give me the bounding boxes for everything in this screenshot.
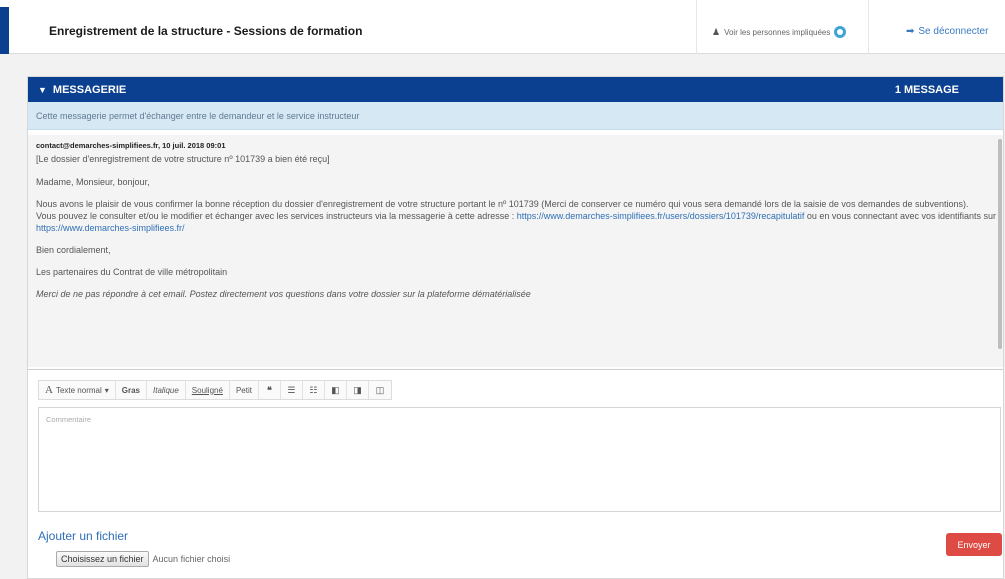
message-body-1: Nous avons le plaisir de vous confirmer … — [36, 199, 969, 209]
header-divider — [696, 0, 697, 54]
small-button[interactable]: Petit — [230, 381, 259, 399]
comment-placeholder: Commentaire — [46, 415, 92, 424]
message-body-2-text: Vous pouvez le consulter et/ou le modifi… — [36, 211, 517, 221]
bold-button[interactable]: Gras — [116, 381, 147, 399]
messagerie-notice: Cette messagerie permet d'échanger entre… — [28, 102, 1003, 130]
message-closing: Bien cordialement, — [36, 245, 111, 255]
attach-file-title: Ajouter un fichier — [38, 529, 129, 543]
message-sender: contact@demarches-simplifiees.fr, 10 jui… — [36, 141, 226, 150]
logout-link[interactable]: ➡ Se déconnecter — [906, 26, 988, 37]
comment-editor[interactable]: Commentaire — [38, 407, 1001, 512]
send-button[interactable]: Envoyer — [946, 533, 1002, 556]
divider — [28, 369, 1003, 370]
info-icon — [834, 26, 847, 38]
format-dropdown-label: Texte normal — [55, 385, 102, 395]
italic-button[interactable]: Italique — [147, 381, 186, 399]
page-title: Enregistrement de la structure - Session… — [49, 24, 363, 38]
header-divider — [868, 0, 869, 54]
dossier-link[interactable]: https://www.demarches-simplifiees.fr/use… — [517, 211, 805, 221]
chevron-down-icon: ▾ — [104, 385, 109, 395]
top-header: Enregistrement de la structure - Session… — [0, 0, 1005, 54]
attachment-icon[interactable]: ◫ — [369, 381, 391, 399]
underline-button[interactable]: Souligné — [186, 381, 230, 399]
messagerie-header[interactable]: ▼ MESSAGERIE 1 MESSAGE — [28, 77, 1003, 102]
logout-icon: ➡ — [906, 26, 915, 37]
numbered-list-icon[interactable]: ☷ — [303, 381, 325, 399]
people-link-label: Voir les personnes impliquées — [724, 27, 831, 37]
site-link[interactable]: https://www.demarches-simplifiees.fr/ — [36, 223, 185, 233]
messagerie-panel: ▼ MESSAGERIE 1 MESSAGE Cette messagerie … — [27, 76, 1004, 579]
message-signature: Les partenaires du Contrat de ville métr… — [36, 267, 228, 277]
message-item: contact@demarches-simplifiees.fr, 10 jui… — [28, 135, 1003, 367]
bullet-list-icon[interactable]: ☰ — [281, 381, 303, 399]
message-greeting: Madame, Monsieur, bonjour, — [36, 177, 150, 187]
people-link[interactable]: ♟ Voir les personnes impliquées — [712, 26, 847, 38]
logout-label: Se déconnecter — [918, 26, 989, 37]
message-footer-note: Merci de ne pas répondre à cet email. Po… — [36, 289, 531, 299]
message-scrollbar[interactable] — [998, 139, 1002, 349]
choose-file-button[interactable]: Choisissez un fichier — [56, 551, 149, 567]
quote-icon[interactable]: ❝ — [259, 381, 281, 399]
user-icon: ♟ — [712, 26, 721, 37]
no-file-label: Aucun fichier choisi — [152, 554, 231, 564]
messagerie-title: MESSAGERIE — [52, 83, 127, 96]
indent-icon[interactable]: ◨ — [347, 381, 369, 399]
text-format-icon: A — [45, 384, 53, 396]
message-subject: [Le dossier d'enregistrement de votre st… — [36, 154, 330, 164]
editor-toolbar: A Texte normal ▾ Gras Italique Souligné … — [38, 380, 392, 400]
format-dropdown[interactable]: A Texte normal ▾ — [39, 381, 116, 399]
caret-down-icon: ▼ — [38, 84, 47, 95]
header-accent-bar — [0, 7, 9, 54]
file-input: Choisissez un fichier Aucun fichier choi… — [56, 551, 230, 567]
message-body-2-text: ou en vous connectant avec vos identifia… — [804, 211, 996, 221]
message-count: 1 MESSAGE — [894, 83, 959, 96]
outdent-icon[interactable]: ◧ — [325, 381, 347, 399]
message-body-2: Vous pouvez le consulter et/ou le modifi… — [36, 210, 1003, 234]
